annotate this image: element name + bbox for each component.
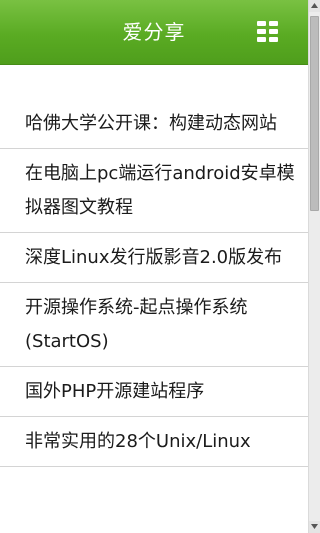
article-item[interactable]: 非常实用的28个Unix/Linux [0, 417, 308, 467]
scroll-down-arrow-icon[interactable] [309, 521, 320, 533]
article-item[interactable]: 国外PHP开源建站程序 [0, 367, 308, 417]
vertical-scrollbar[interactable] [308, 0, 320, 533]
article-list: 哈佛大学公开课：构建动态网站 在电脑上pc端运行android安卓模拟器图文教程… [0, 99, 308, 467]
grid-menu-icon[interactable] [255, 20, 281, 44]
scroll-up-arrow-icon[interactable] [309, 0, 320, 12]
article-item[interactable]: 在电脑上pc端运行android安卓模拟器图文教程 [0, 149, 308, 233]
app-header: 爱分享 [0, 0, 308, 65]
article-item[interactable]: 深度Linux发行版影音2.0版发布 [0, 233, 308, 283]
app-window: 爱分享 哈佛大学公开课：构建动态网站 在电脑上pc端运行android安卓模拟器… [0, 0, 320, 533]
article-item[interactable]: 哈佛大学公开课：构建动态网站 [0, 99, 308, 149]
article-item[interactable]: 开源操作系统-起点操作系统(StartOS) [0, 283, 308, 367]
scrollbar-thumb[interactable] [310, 16, 319, 211]
